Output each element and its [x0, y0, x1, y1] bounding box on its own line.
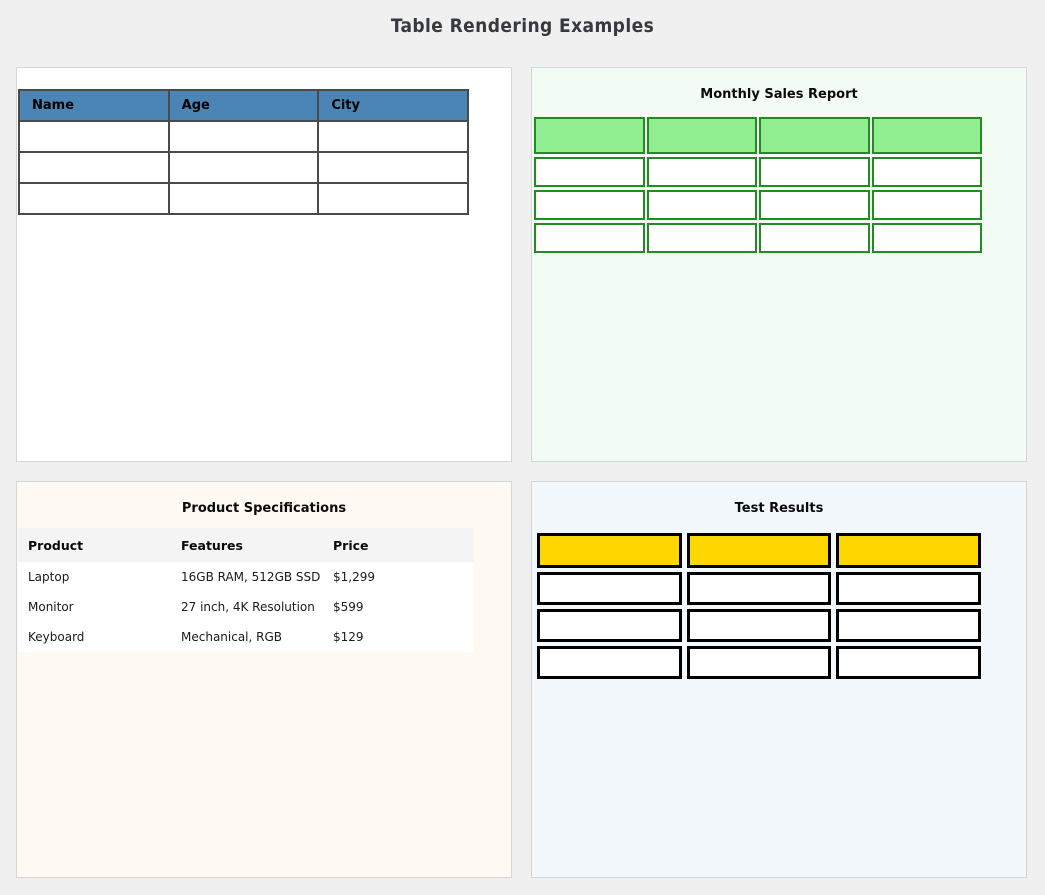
column-header-price: Price: [323, 528, 474, 562]
table-cell: [687, 572, 832, 605]
monthly-sales-report-panel: Monthly Sales Report: [531, 67, 1027, 462]
product-name-cell: Laptop: [18, 562, 171, 592]
table-row: [19, 183, 468, 214]
table-row: Monitor 27 inch, 4K Resolution $599: [18, 592, 474, 622]
column-header: [687, 533, 832, 568]
table-cell: [647, 223, 758, 253]
table-row: [537, 646, 981, 679]
table-cell: [759, 157, 870, 187]
table-cell: [534, 190, 645, 220]
table-row: [534, 223, 982, 253]
product-features-cell: 27 inch, 4K Resolution: [171, 592, 323, 622]
table-cell: [537, 609, 682, 642]
table-cell: [759, 223, 870, 253]
table-row: [537, 572, 981, 605]
column-header: [872, 117, 983, 154]
table-cell: [318, 152, 468, 183]
column-header: [836, 533, 981, 568]
column-header: [537, 533, 682, 568]
table-cell: [534, 223, 645, 253]
table-cell: [19, 152, 169, 183]
table-row: [19, 152, 468, 183]
table-cell: [19, 183, 169, 214]
page-title: Table Rendering Examples: [0, 15, 1045, 37]
table-cell: [537, 572, 682, 605]
table-cell: [169, 121, 319, 152]
products-table: Product Features Price Laptop 16GB RAM, …: [18, 528, 474, 652]
product-price-cell: $129: [323, 622, 474, 652]
table-cell: [687, 609, 832, 642]
table-row: Laptop 16GB RAM, 512GB SSD $1,299: [18, 562, 474, 592]
table-cell: [836, 609, 981, 642]
table-cell: [872, 157, 983, 187]
table-cell: [169, 152, 319, 183]
column-header: [534, 117, 645, 154]
sales-table-header-row: [534, 117, 982, 154]
tests-table-header-row: [537, 533, 981, 568]
sales-table: [532, 114, 984, 256]
table-cell: [836, 572, 981, 605]
column-header: [647, 117, 758, 154]
table-cell: [759, 190, 870, 220]
table-cell: [19, 121, 169, 152]
product-features-cell: Mechanical, RGB: [171, 622, 323, 652]
column-header-features: Features: [171, 528, 323, 562]
panel-title-test-results: Test Results: [532, 501, 1026, 516]
test-results-panel: Test Results: [531, 481, 1027, 878]
panel-title-monthly-sales: Monthly Sales Report: [532, 87, 1026, 102]
column-header-age: Age: [169, 90, 319, 121]
table-row: [534, 190, 982, 220]
product-features-cell: 16GB RAM, 512GB SSD: [171, 562, 323, 592]
table-cell: [836, 646, 981, 679]
product-name-cell: Monitor: [18, 592, 171, 622]
table-cell: [537, 646, 682, 679]
table-cell: [534, 157, 645, 187]
tests-table: [532, 529, 986, 683]
column-header-name: Name: [19, 90, 169, 121]
column-header: [759, 117, 870, 154]
table-cell: [647, 157, 758, 187]
table-cell: [687, 646, 832, 679]
product-specifications-panel: Product Specifications Product Features …: [16, 481, 512, 878]
column-header-product: Product: [18, 528, 171, 562]
basic-table-panel: Name Age City: [16, 67, 512, 462]
table-row: [534, 157, 982, 187]
products-table-header-row: Product Features Price: [18, 528, 474, 562]
table-cell: [647, 190, 758, 220]
table-cell: [872, 190, 983, 220]
table-row: [537, 609, 981, 642]
table-row: [19, 121, 468, 152]
table-cell: [318, 121, 468, 152]
table-cell: [169, 183, 319, 214]
table-row: Keyboard Mechanical, RGB $129: [18, 622, 474, 652]
product-name-cell: Keyboard: [18, 622, 171, 652]
product-price-cell: $599: [323, 592, 474, 622]
column-header-city: City: [318, 90, 468, 121]
product-price-cell: $1,299: [323, 562, 474, 592]
basic-table-header-row: Name Age City: [19, 90, 468, 121]
table-cell: [318, 183, 468, 214]
panel-title-product-specs: Product Specifications: [17, 501, 511, 516]
table-cell: [872, 223, 983, 253]
basic-table: Name Age City: [18, 89, 469, 215]
